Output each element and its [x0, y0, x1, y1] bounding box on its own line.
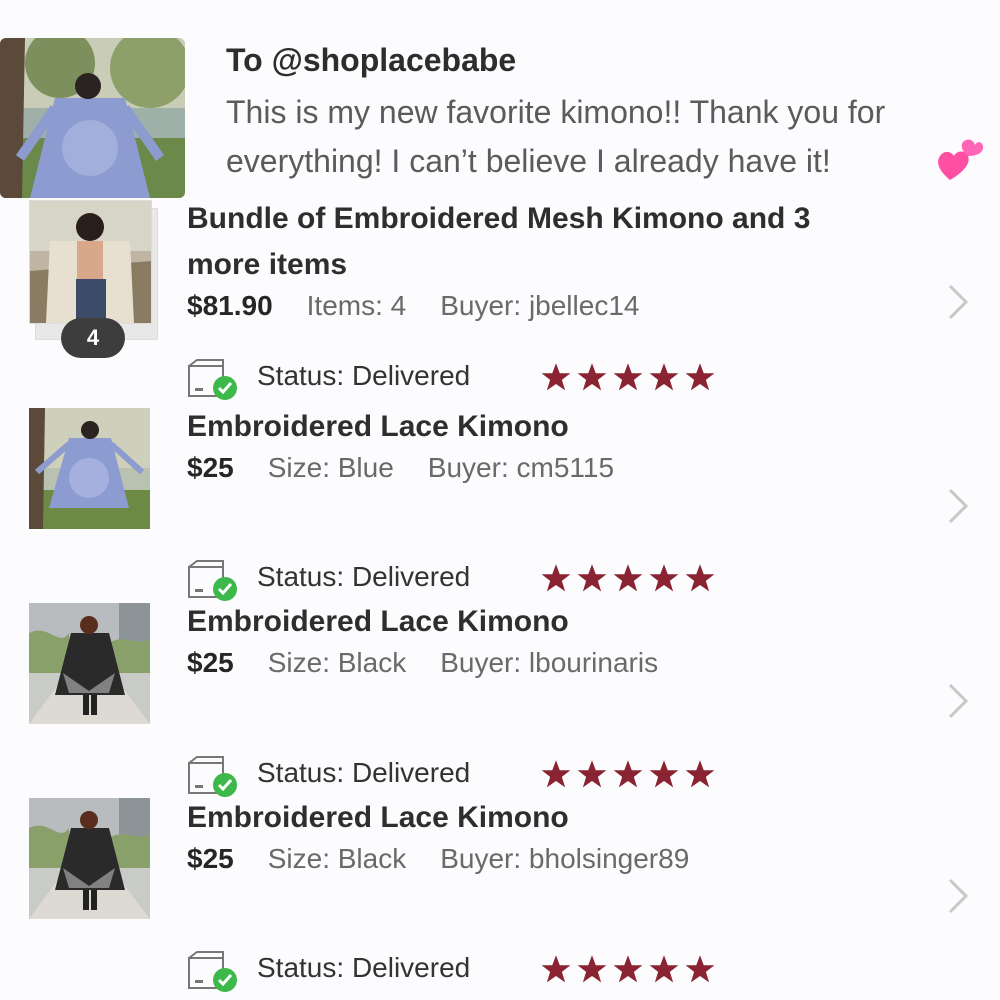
star-icon [649, 955, 679, 983]
rating-stars [541, 954, 715, 984]
star-icon [541, 955, 571, 983]
order-detail: Size: Black [267, 843, 407, 874]
status-label: Status: Delivered [257, 952, 471, 983]
order-price: $25 [187, 647, 234, 678]
star-icon [649, 564, 679, 592]
order-buyer: Buyer: lbourinaris [440, 647, 659, 678]
order-status: Status: Delivered [187, 557, 747, 601]
order-status: Status: Delivered [187, 753, 747, 797]
rating-stars [541, 759, 715, 789]
star-icon [577, 955, 607, 983]
status-label: Status: Delivered [257, 561, 471, 592]
order-meta: $25 Size: Black Buyer: bholsinger89 [187, 843, 689, 875]
order-status: Status: Delivered [187, 948, 747, 992]
star-icon [577, 564, 607, 592]
order-status: Status: Delivered [187, 356, 747, 400]
star-icon [613, 363, 643, 391]
order-thumbnail [29, 408, 150, 529]
star-icon [649, 760, 679, 788]
order-thumbnail [29, 200, 152, 324]
order-thumbnail [29, 798, 150, 919]
order-meta: $81.90 Items: 4 Buyer: jbellec14 [187, 290, 639, 322]
star-icon [685, 760, 715, 788]
review-recipient: To @shoplacebabe [226, 42, 517, 78]
order-title: Embroidered Lace Kimono [187, 410, 569, 443]
order-buyer: Buyer: bholsinger89 [440, 843, 690, 874]
delivered-box-icon [188, 560, 237, 601]
order-title: Embroidered Lace Kimono [187, 801, 569, 834]
delivered-box-icon [188, 951, 237, 992]
order-meta: $25 Size: Black Buyer: lbourinaris [187, 647, 658, 679]
review-photo [0, 38, 185, 198]
order-title: Bundle of Embroidered Mesh Kimono and 3 … [187, 202, 811, 281]
star-icon [541, 564, 571, 592]
order-title: Embroidered Lace Kimono [187, 605, 569, 638]
star-icon [613, 564, 643, 592]
order-price: $81.90 [187, 290, 273, 321]
star-icon [613, 955, 643, 983]
order-buyer: Buyer: jbellec14 [440, 290, 640, 321]
star-icon [541, 363, 571, 391]
sparkling-heart-icon [938, 139, 984, 180]
order-meta: $25 Size: Blue Buyer: cm5115 [187, 452, 614, 484]
chevron-right-icon[interactable] [944, 486, 972, 526]
chevron-right-icon[interactable] [944, 282, 972, 322]
order-detail: Size: Blue [267, 452, 394, 483]
order-buyer: Buyer: cm5115 [427, 452, 615, 483]
order-detail: Size: Black [267, 647, 407, 678]
chevron-right-icon[interactable] [944, 876, 972, 916]
star-icon [685, 955, 715, 983]
review-message: This is my new favorite kimono!! Thank y… [226, 94, 886, 179]
rating-stars [541, 362, 715, 392]
order-thumbnail [29, 603, 150, 724]
status-label: Status: Delivered [257, 757, 471, 788]
item-count-badge: 4 [61, 318, 125, 358]
delivered-box-icon [188, 756, 237, 797]
star-icon [685, 363, 715, 391]
star-icon [577, 760, 607, 788]
chevron-right-icon[interactable] [944, 681, 972, 721]
rating-stars [541, 563, 715, 593]
status-label: Status: Delivered [257, 360, 471, 391]
star-icon [541, 760, 571, 788]
star-icon [649, 363, 679, 391]
delivered-box-icon [188, 359, 237, 400]
order-price: $25 [187, 452, 234, 483]
order-price: $25 [187, 843, 234, 874]
order-detail: Items: 4 [306, 290, 407, 321]
star-icon [577, 363, 607, 391]
star-icon [685, 564, 715, 592]
star-icon [613, 760, 643, 788]
